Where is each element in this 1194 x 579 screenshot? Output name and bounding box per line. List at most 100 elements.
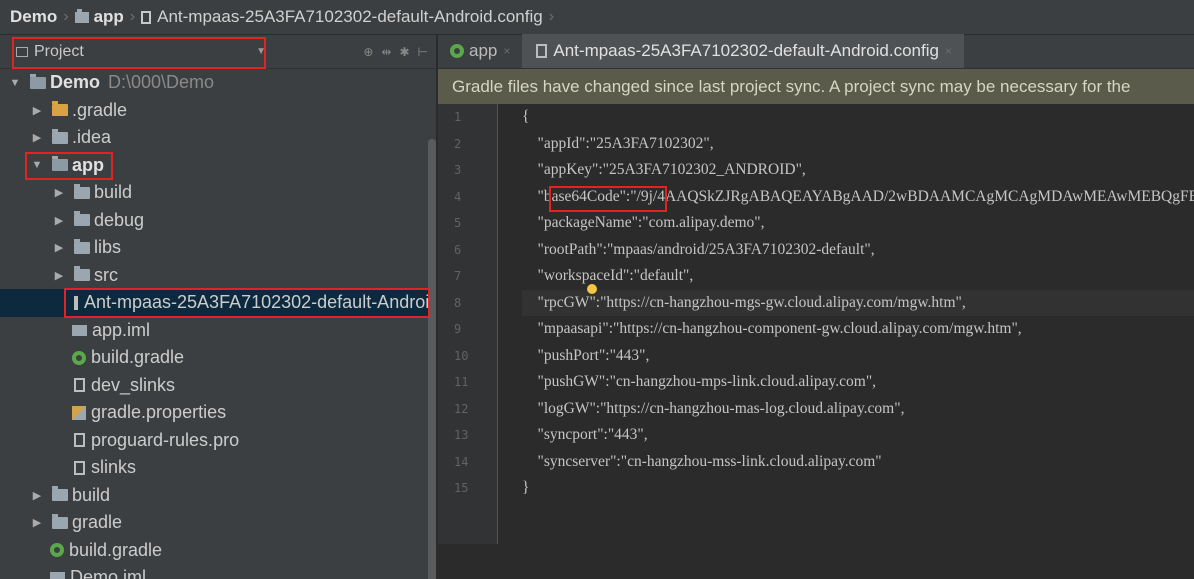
tree-row-build-gradle-root[interactable]: build.gradle <box>0 537 436 565</box>
tree-row-gradle-properties[interactable]: gradle.properties <box>0 399 436 427</box>
chevron-right-icon[interactable]: ▶ <box>30 516 44 529</box>
folder-icon <box>74 266 90 282</box>
project-panel-header: Project ▼ ⊕ ⇹ ✱ ⊢ <box>0 35 436 69</box>
breadcrumb-separator: › <box>129 8 136 25</box>
project-view-selector[interactable]: Project ▼ <box>16 43 266 61</box>
tree-row-demo[interactable]: ▼ Demo D:\000\Demo <box>0 69 436 97</box>
chevron-down-icon[interactable]: ▼ <box>8 77 22 89</box>
tree-row-build-gradle[interactable]: build.gradle <box>0 344 436 372</box>
line-number: 3 <box>454 163 462 177</box>
breadcrumb-separator: › <box>63 8 69 25</box>
breadcrumb-separator: › <box>548 8 555 25</box>
tree-row-app[interactable]: ▼ app <box>0 152 436 180</box>
file-icon <box>74 460 85 475</box>
code-line: "appKey":"25A3FA7102302_ANDROID", <box>522 161 806 178</box>
chevron-down-icon: ▼ <box>256 46 266 57</box>
chevron-right-icon[interactable]: ▶ <box>30 131 44 144</box>
code-line: { <box>522 108 530 125</box>
chevron-right-icon[interactable]: ▶ <box>52 241 66 254</box>
file-icon <box>536 44 548 58</box>
hide-icon[interactable]: ⊢ <box>418 45 428 59</box>
line-number: 2 <box>454 136 462 151</box>
folder-icon <box>52 128 68 144</box>
tree-row-idea[interactable]: ▶ .idea <box>0 124 436 152</box>
code-line: "pushPort":"443", <box>522 346 650 364</box>
panel-toolbar: ⊕ ⇹ ✱ ⊢ <box>363 45 428 59</box>
tree-row-build[interactable]: ▶ build <box>0 179 436 207</box>
folder-icon <box>52 513 68 529</box>
breadcrumb-item-app[interactable]: app <box>74 7 124 27</box>
tab-app[interactable]: app × <box>438 34 522 68</box>
sync-icon[interactable]: ⊕ <box>363 45 373 59</box>
tree-row-slinks[interactable]: slinks <box>0 454 436 482</box>
iml-icon <box>50 572 65 579</box>
tree-row-dev-slinks[interactable]: dev_slinks <box>0 372 436 400</box>
line-number: 4 <box>454 189 462 204</box>
code-line: "appId":"25A3FA7102302", <box>522 134 714 152</box>
folder-icon <box>74 211 90 227</box>
collapse-icon[interactable]: ⇹ <box>381 45 391 59</box>
tree-row-libs[interactable]: ▶ libs <box>0 234 436 262</box>
line-number: 12 <box>454 401 469 416</box>
gradle-icon <box>50 543 64 558</box>
tree-row-gradle[interactable]: ▶ gradle <box>0 509 436 537</box>
code-line: "syncserver":"cn-hangzhou-mss-link.cloud… <box>522 452 882 470</box>
line-number: 11 <box>454 375 469 389</box>
lightbulb-icon[interactable] <box>587 284 597 294</box>
project-icon <box>16 46 28 57</box>
code-line: "syncport":"443", <box>522 426 648 443</box>
line-number: 1 <box>454 110 462 124</box>
gear-icon[interactable]: ✱ <box>399 45 409 59</box>
tree-row-config-file[interactable]: Ant-mpaas-25A3FA7102302-default-Android.… <box>0 289 436 317</box>
gradle-icon <box>72 350 86 365</box>
project-tool-window: Project ▼ ⊕ ⇹ ✱ ⊢ ▼ Demo D:\000\Demo ▶ .… <box>0 35 437 579</box>
gradle-sync-notice: Gradle files have changed since last pro… <box>438 69 1194 104</box>
tree-row-src[interactable]: ▶ src <box>0 262 436 290</box>
folder-icon <box>74 183 90 199</box>
file-icon <box>74 295 78 310</box>
editor-pane: app × Ant-mpaas-25A3FA7102302-default-An… <box>438 34 1194 579</box>
folder-icon <box>52 486 68 502</box>
line-number: 13 <box>454 428 469 442</box>
code-text[interactable]: { "appId":"25A3FA7102302", "appKey":"25A… <box>522 104 1194 502</box>
chevron-right-icon[interactable]: ▶ <box>30 104 44 117</box>
iml-icon <box>72 324 87 336</box>
code-line: "mpaasapi":"https://cn-hangzhou-componen… <box>522 320 1022 337</box>
chevron-right-icon[interactable]: ▶ <box>52 186 66 199</box>
close-icon[interactable]: × <box>503 44 510 58</box>
editor-tabs: app × Ant-mpaas-25A3FA7102302-default-An… <box>438 34 1194 69</box>
tree-row-proguard[interactable]: proguard-rules.pro <box>0 427 436 455</box>
file-icon <box>74 433 85 448</box>
code-line-current: "rpcGW":"https://cn-hangzhou-mgs-gw.clou… <box>522 289 1194 316</box>
tree-row-gradle-hidden[interactable]: ▶ .gradle <box>0 97 436 125</box>
tree-row-app-iml[interactable]: app.iml <box>0 317 436 345</box>
close-icon[interactable]: × <box>945 44 952 58</box>
breadcrumb-item-demo[interactable]: Demo <box>10 7 57 27</box>
line-number-gutter: 1 2 3 4 5 6 7 8 9 10 11 12 13 14 15 <box>438 104 498 544</box>
line-number: 9 <box>454 322 462 336</box>
folder-icon <box>74 238 90 254</box>
chevron-right-icon[interactable]: ▶ <box>30 489 44 502</box>
tab-config[interactable]: Ant-mpaas-25A3FA7102302-default-Android.… <box>522 34 964 68</box>
module-icon <box>52 156 68 172</box>
chevron-right-icon[interactable]: ▶ <box>52 214 66 227</box>
tree-row-debug[interactable]: ▶ debug <box>0 207 436 235</box>
code-area[interactable]: 1 2 3 4 5 6 7 8 9 10 11 12 13 14 15 { "a… <box>438 104 1194 544</box>
breadcrumb: Demo › app › Ant-mpaas-25A3FA7102302-def… <box>0 0 1194 35</box>
breadcrumb-item-config[interactable]: Ant-mpaas-25A3FA7102302-default-Android.… <box>141 7 543 27</box>
tree-row-build-root[interactable]: ▶ build <box>0 482 436 510</box>
chevron-right-icon[interactable]: ▶ <box>52 269 66 282</box>
code-line: "logGW":"https://cn-hangzhou-mas-log.clo… <box>522 399 905 417</box>
line-number: 8 <box>454 295 462 310</box>
code-line: "base64Code":"/9j/4AAQSkZJRgABAQEAYABgAA… <box>522 187 1194 205</box>
properties-icon <box>72 405 86 420</box>
folder-icon <box>52 101 68 117</box>
tree-scrollbar[interactable] <box>428 139 436 579</box>
code-line: "workspaceId":"default", <box>522 267 694 284</box>
gradle-icon <box>450 44 464 58</box>
code-line: } <box>522 479 530 496</box>
line-number: 15 <box>454 481 469 495</box>
tree-row-demo-iml[interactable]: Demo.iml <box>0 564 436 579</box>
chevron-down-icon[interactable]: ▼ <box>30 159 44 171</box>
module-icon <box>74 8 89 23</box>
